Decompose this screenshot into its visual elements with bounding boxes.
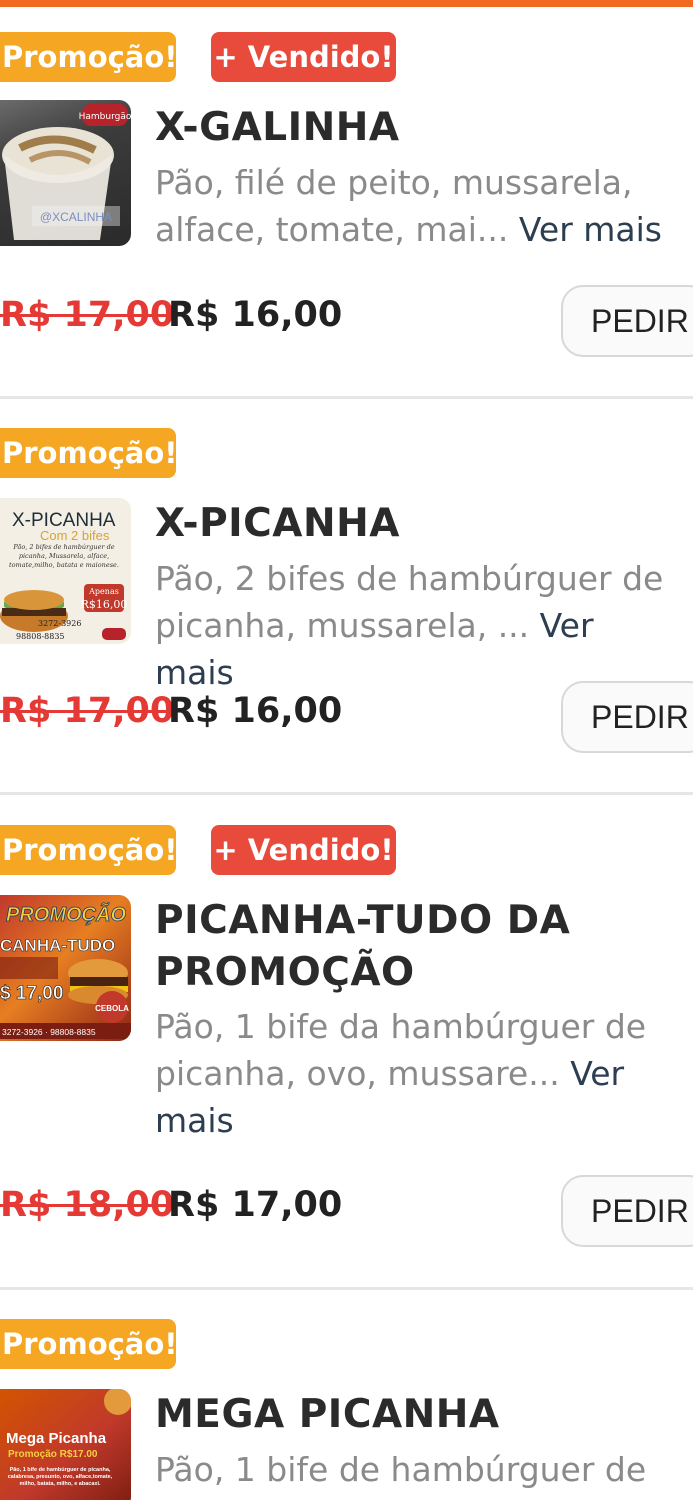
order-button[interactable]: PEDIR [561, 285, 693, 357]
thumb-subtitle: Com 2 bifes [40, 528, 110, 543]
top-accent-bar [0, 0, 693, 7]
current-price: R$ 16,00 [168, 691, 343, 731]
old-price: R$ 18,00 [0, 1185, 175, 1225]
thumb-handle: @XCALINHA [40, 210, 112, 224]
price-row: R$ 18,00 R$ 17,00 PEDIR [0, 1175, 693, 1247]
thumb-price: R$16,00 [81, 598, 128, 611]
thumb-title: Mega Picanha [6, 1430, 107, 1447]
best-seller-badge: + Vendido! [211, 32, 396, 82]
product-image[interactable]: X-PICANHA Com 2 bifes Pão, 2 bifes de ha… [0, 498, 131, 644]
thumb-promo: Promoção R$17.00 [8, 1449, 98, 1460]
product-image[interactable]: Mega Picanha Promoção R$17.00 Pão, 1 bif… [0, 1389, 131, 1500]
thumb-ingredients: Pão, 1 bife de hambúrguer de picanha, ca… [7, 1467, 113, 1487]
title-line-1: PICANHA-TUDO DA [155, 898, 571, 943]
product-description[interactable]: Pão, 1 bife da hambúrguer de picanha, ov… [155, 1003, 680, 1144]
divider [0, 396, 693, 399]
promo-badge: Promoção! [0, 1319, 178, 1369]
product-photo-art: PROMOÇÃO CANHA-TUDO $ 17,00 CEBOLA 3272-… [0, 903, 131, 1039]
product-description[interactable]: Pão, 1 bife de hambúrguer de [155, 1446, 680, 1493]
product-image[interactable]: Hamburgão @XCALINHA [0, 100, 131, 246]
thumb-price: $ 17,00 [0, 983, 63, 1004]
current-price: R$ 17,00 [168, 1185, 343, 1225]
description-line-1: Pão, 1 bife da hambúrguer de [155, 1007, 647, 1046]
see-more-link[interactable]: Ver [570, 1054, 624, 1093]
price-row: R$ 17,00 R$ 16,00 PEDIR [0, 681, 693, 753]
description-line-2: picanha, ovo, mussare... [155, 1054, 560, 1093]
description-text: Pão, 1 bife de hambúrguer de [155, 1450, 647, 1489]
current-price: R$ 16,00 [168, 295, 343, 335]
thumb-phone-2: 98808-8835 [16, 632, 65, 641]
thumb-product: CANHA-TUDO [0, 936, 115, 955]
product-title[interactable]: PICANHA-TUDO DA PROMOÇÃO [155, 895, 675, 999]
product-photo-art: Hamburgão @XCALINHA [2, 104, 131, 240]
thumb-headline: PROMOÇÃO [6, 903, 126, 926]
product-title[interactable]: X-PICANHA [155, 498, 675, 550]
see-more-link-cont[interactable]: mais [155, 1097, 680, 1144]
promo-badge: Promoção! [0, 32, 178, 82]
divider [0, 1287, 693, 1290]
product-description[interactable]: Pão, 2 bifes de hambúrguer de picanha, m… [155, 555, 680, 696]
old-price: R$ 17,00 [0, 295, 175, 335]
thumb-only-label: Apenas [88, 587, 119, 596]
product-description[interactable]: Pão, filé de peito, mussarela, alface, t… [155, 159, 680, 253]
thumb-ingredients: Pão, 2 bifes de hambúrguer de picanha, M… [9, 543, 119, 569]
thumb-brand: Hamburgão [79, 112, 131, 122]
product-title[interactable]: MEGA PICANHA [155, 1389, 675, 1441]
product-image[interactable]: PROMOÇÃO CANHA-TUDO $ 17,00 CEBOLA 3272-… [0, 895, 131, 1041]
order-button[interactable]: PEDIR [561, 681, 693, 753]
old-price: R$ 17,00 [0, 691, 175, 731]
thumb-seal: CEBOLA [95, 1004, 129, 1013]
product-photo-art: Mega Picanha Promoção R$17.00 Pão, 1 bif… [6, 1389, 131, 1487]
thumb-phone-1: 3272-3926 [38, 619, 81, 628]
see-more-link[interactable]: Ver mais [519, 210, 662, 249]
product-title[interactable]: X-GALINHA [155, 102, 675, 154]
price-row: R$ 17,00 R$ 16,00 PEDIR [0, 285, 693, 357]
title-line-2: PROMOÇÃO [155, 950, 415, 995]
order-button[interactable]: PEDIR [561, 1175, 693, 1247]
thumb-phones: 3272-3926 · 98808-8835 [2, 1027, 96, 1037]
promo-badge: Promoção! [0, 825, 178, 875]
product-photo-art: X-PICANHA Com 2 bifes Pão, 2 bifes de ha… [0, 510, 128, 641]
divider [0, 792, 693, 795]
best-seller-badge: + Vendido! [211, 825, 396, 875]
promo-badge: Promoção! [0, 428, 178, 478]
